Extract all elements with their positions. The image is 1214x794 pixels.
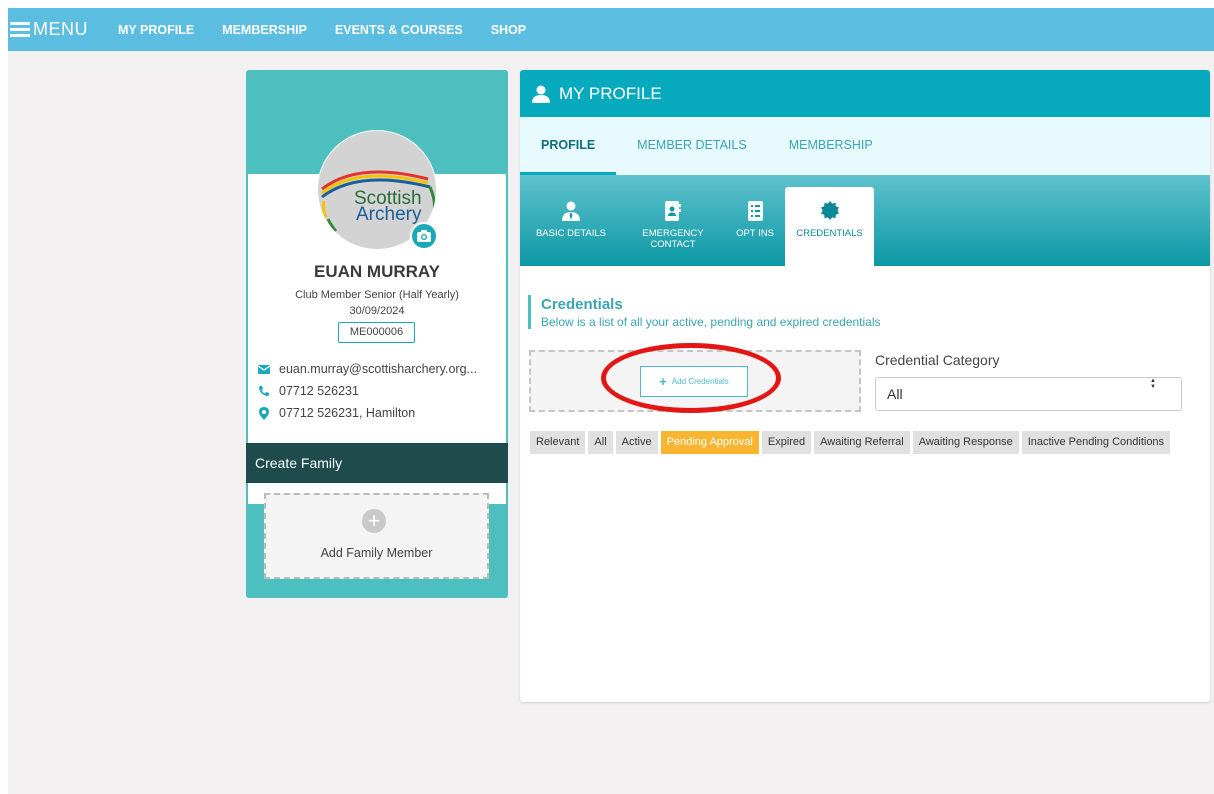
select-arrows-icon: ▲▼ [1150, 378, 1156, 390]
user-tie-icon [526, 200, 616, 222]
phone-icon [257, 385, 271, 397]
checklist-icon [728, 200, 782, 222]
add-family-member-button[interactable]: + Add Family Member [264, 493, 489, 579]
filter-expired[interactable]: Expired [761, 431, 812, 454]
plus-circle-icon: + [362, 509, 386, 533]
contact-phone-row: 07712 526231 [257, 384, 502, 398]
user-icon [532, 85, 550, 103]
contact-book-icon [631, 200, 715, 222]
filter-relevant[interactable]: Relevant [530, 431, 586, 454]
contact-email-row: euan.murray@scottisharchery.org... [257, 362, 502, 376]
filter-awaiting-referral[interactable]: Awaiting Referral [814, 431, 910, 454]
contact-address-row: 07712 526231, Hamilton [257, 406, 502, 420]
filter-all[interactable]: All [588, 431, 613, 454]
credential-category-select[interactable]: All ▲▼ [875, 377, 1182, 411]
section-accent-bar [528, 295, 531, 329]
filter-pending-approval[interactable]: Pending Approval [660, 431, 759, 454]
nav-link-membership[interactable]: MEMBERSHIP [222, 23, 307, 37]
menu-label: MENU [33, 19, 88, 39]
panel-title: MY PROFILE [559, 83, 662, 103]
add-credentials-label: Add Credentials [671, 377, 729, 386]
tab-membership[interactable]: MEMBERSHIP [768, 117, 894, 175]
contact-address: 07712 526231, Hamilton [279, 406, 416, 420]
nav-link-my-profile[interactable]: MY PROFILE [118, 23, 194, 37]
credentials-subtitle: Below is a list of all your active, pend… [541, 315, 881, 329]
credentials-title: Credentials [541, 296, 623, 313]
change-photo-button[interactable] [410, 222, 438, 250]
tab-member-details[interactable]: MEMBER DETAILS [616, 117, 768, 175]
credential-category-label: Credential Category [875, 352, 1000, 368]
create-family-header: Create Family [246, 443, 508, 483]
subtab-basic-details[interactable]: BASIC DETAILS [526, 187, 616, 266]
main-tab-bar: PROFILE MEMBER DETAILS MEMBERSHIP [520, 117, 1210, 175]
hamburger-icon [10, 19, 30, 40]
sub-tab-bar: BASIC DETAILS EMERGENCY CONTACT OPT INS … [520, 175, 1210, 266]
nav-link-events-courses[interactable]: EVENTS & COURSES [335, 23, 463, 37]
camera-icon [417, 230, 431, 242]
subtab-emergency-contact-label: EMERGENCY CONTACT [642, 228, 704, 250]
top-nav-bar: MENU MY PROFILE MEMBERSHIP EVENTS & COUR… [8, 8, 1214, 51]
badge-certificate-icon [785, 200, 874, 222]
panel-header: MY PROFILE [520, 70, 1210, 117]
map-marker-icon [257, 406, 271, 420]
add-credentials-button[interactable]: + Add Credentials [640, 366, 748, 397]
subtab-basic-details-label: BASIC DETAILS [535, 228, 607, 239]
contact-phone: 07712 526231 [279, 384, 359, 398]
nav-link-shop[interactable]: SHOP [491, 23, 526, 37]
subtab-emergency-contact[interactable]: EMERGENCY CONTACT [631, 187, 715, 266]
credential-category-value: All [887, 386, 903, 402]
subtab-credentials[interactable]: CREDENTIALS [785, 187, 874, 266]
plus-icon: + [659, 374, 667, 389]
filter-awaiting-response[interactable]: Awaiting Response [912, 431, 1019, 454]
contact-email: euan.murray@scottisharchery.org... [279, 362, 477, 376]
envelope-icon [257, 364, 271, 374]
subtab-opt-ins[interactable]: OPT INS [728, 187, 782, 266]
add-family-member-label: Add Family Member [320, 546, 433, 560]
member-id-badge: ME000006 [338, 322, 415, 343]
tab-profile[interactable]: PROFILE [520, 117, 617, 175]
membership-type: Club Member Senior (Half Yearly) [295, 289, 459, 301]
filter-inactive-pending-conditions[interactable]: Inactive Pending Conditions [1021, 431, 1171, 454]
filter-active[interactable]: Active [615, 431, 658, 454]
membership-date: 30/09/2024 [349, 305, 405, 317]
user-name: EUAN MURRAY [314, 262, 440, 281]
menu-button[interactable]: MENU [8, 19, 88, 40]
subtab-opt-ins-label: OPT INS [736, 228, 774, 239]
logo-text-archery: Archery [356, 204, 422, 225]
credential-filter-bar: Relevant All Active Pending Approval Exp… [530, 431, 1173, 454]
subtab-credentials-label: CREDENTIALS [796, 228, 863, 239]
